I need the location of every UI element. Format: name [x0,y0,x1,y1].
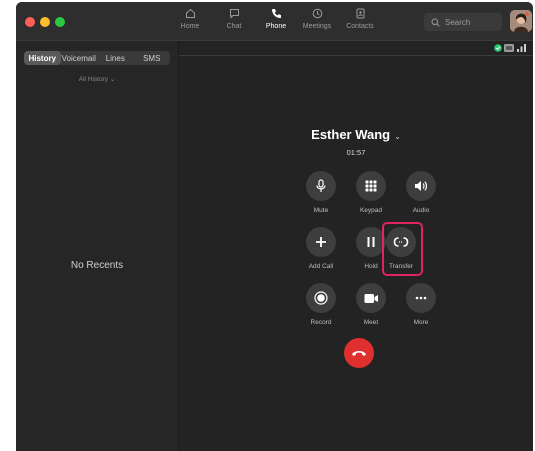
title-bar: Home Chat Phone Meetings Contacts Search [16,2,533,41]
call-panel: Esther Wang ⌄ 01:57 Mute Keypad Audio Ad… [179,41,533,451]
record-label: Record [310,319,332,326]
meet-label: Meet [363,319,379,326]
more-label: More [413,319,429,326]
nav-phone-label: Phone [265,23,287,30]
keypad-label: Keypad [359,207,383,214]
audio-control[interactable]: Audio [396,171,446,214]
hd-badge-icon [504,44,514,52]
nav-home-label: Home [180,23,200,30]
chat-icon [214,5,254,21]
video-camera-icon [364,293,378,303]
phone-tabs: History Voicemail Lines SMS [24,51,170,65]
plus-icon [316,237,326,247]
search-box[interactable]: Search [424,13,502,31]
hang-up-icon [352,351,366,356]
caller-name[interactable]: Esther Wang ⌄ [179,127,533,142]
close-window-button[interactable] [25,17,35,27]
history-filter-dropdown[interactable]: All History ⌄ [16,75,178,83]
mute-label: Mute [313,207,329,214]
mute-button[interactable] [306,171,336,201]
nav-meetings-label: Meetings [302,23,332,30]
nav-home[interactable]: Home [170,5,210,30]
nav-chat-label: Chat [226,23,242,30]
signal-strength-icon [517,44,526,52]
phone-icon [256,5,296,21]
tab-history[interactable]: History [24,51,61,65]
sidebar: History Voicemail Lines SMS All History … [16,41,179,451]
tab-lines[interactable]: Lines [97,51,134,65]
zoom-window-button[interactable] [55,17,65,27]
caller-name-text: Esther Wang [311,127,391,142]
nav-chat[interactable]: Chat [214,5,254,30]
status-bar [179,41,533,56]
home-icon [170,5,210,21]
audio-button[interactable] [406,171,436,201]
record-control[interactable]: Record [296,283,346,326]
speaker-icon [415,181,428,191]
tab-voicemail[interactable]: Voicemail [61,51,98,65]
app-window: Home Chat Phone Meetings Contacts Search… [16,2,533,451]
transfer-highlight [382,222,423,276]
record-icon [314,291,328,305]
call-timer: 01:57 [346,148,366,157]
clock-icon [297,5,337,21]
more-button[interactable] [406,283,436,313]
search-placeholder: Search [445,17,471,27]
keypad-control[interactable]: Keypad [346,171,396,214]
history-filter-label: All History [78,76,108,83]
mute-control[interactable]: Mute [296,171,346,214]
tab-sms[interactable]: SMS [134,51,171,65]
nav-phone[interactable]: Phone [256,5,296,30]
shield-check-icon [494,44,502,52]
add-call-button[interactable] [306,227,336,257]
record-button[interactable] [306,283,336,313]
more-control[interactable]: More [396,283,446,326]
avatar[interactable] [510,10,532,32]
search-icon [431,18,440,27]
contacts-icon [340,5,380,21]
more-icon [415,296,427,300]
meet-control[interactable]: Meet [346,283,396,326]
keypad-icon [365,180,377,192]
microphone-icon [316,179,326,192]
meet-button[interactable] [356,283,386,313]
minimize-window-button[interactable] [40,17,50,27]
nav-meetings[interactable]: Meetings [297,5,337,30]
nav-contacts-label: Contacts [346,23,374,30]
empty-state-text: No Recents [70,260,124,271]
add-call-control[interactable]: Add Call [296,227,346,270]
nav-contacts[interactable]: Contacts [340,5,380,30]
chevron-down-icon: ⌄ [109,76,116,83]
audio-label: Audio [412,207,430,214]
end-call-button[interactable] [344,338,374,368]
add-call-label: Add Call [308,263,334,270]
keypad-button[interactable] [356,171,386,201]
chevron-down-icon: ⌄ [394,132,401,141]
pause-icon [367,237,375,247]
